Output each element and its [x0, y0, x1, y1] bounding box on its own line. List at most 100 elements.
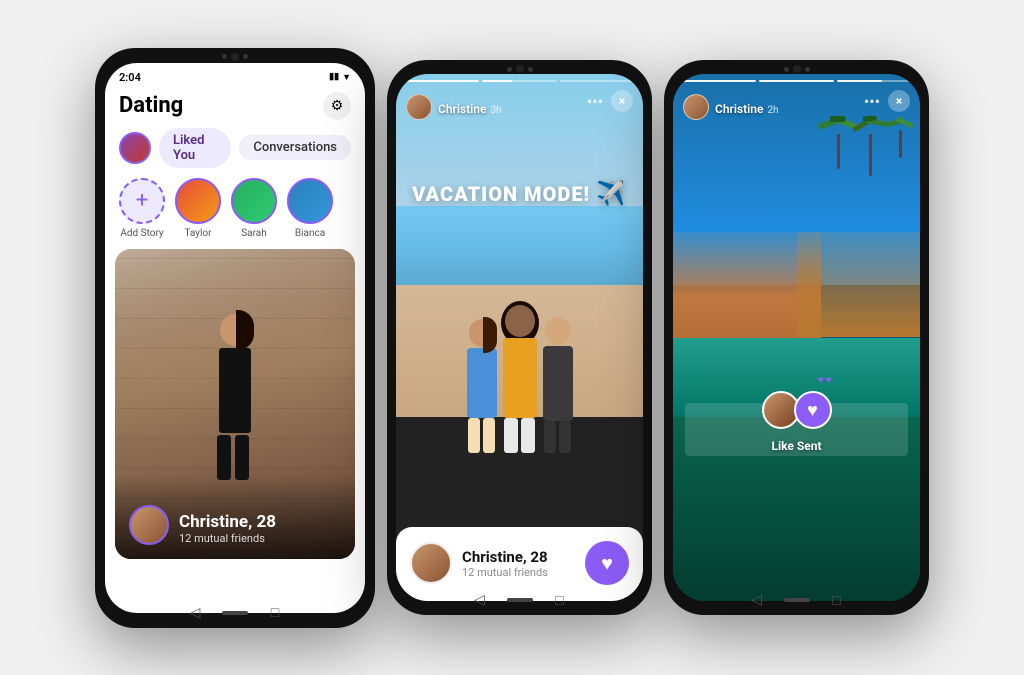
home-button-2[interactable]: [507, 598, 533, 602]
profile-card[interactable]: Christine, 28 12 mutual friends: [115, 249, 355, 559]
recents-button[interactable]: □: [266, 604, 284, 622]
wifi-icon: ▼: [342, 72, 351, 83]
story-user-details-3: Christine 2h: [715, 98, 779, 117]
speaker-dot-3: [784, 67, 789, 72]
add-story-label: Add Story: [120, 228, 163, 239]
girl-2-legs: [504, 418, 535, 453]
phones-container: 2:04 ▮▮ ▼ Dating ⚙ Liked You Conversatio…: [95, 48, 929, 628]
person-figure: [195, 314, 275, 494]
girls-group: [467, 305, 573, 453]
building-2: [797, 232, 921, 337]
tab-conversations[interactable]: Conversations: [239, 135, 351, 160]
girl-3: [543, 317, 573, 453]
taylor-label: Taylor: [184, 228, 211, 239]
figure-head: [220, 314, 250, 346]
phone-3-nav: ◁ □: [664, 591, 929, 609]
phone-1-screen: 2:04 ▮▮ ▼ Dating ⚙ Liked You Conversatio…: [105, 63, 365, 613]
palm-2: [858, 116, 882, 176]
pool-water: [673, 338, 920, 602]
camera-dot-3: [793, 65, 801, 73]
like-button-2[interactable]: ♥: [585, 541, 629, 585]
mini-heart-1: ♥: [818, 375, 824, 386]
back-button-2[interactable]: ◁: [471, 591, 489, 609]
girl-1-legs: [468, 418, 495, 453]
story-close-button-2[interactable]: ×: [611, 90, 633, 112]
user-avatar-small[interactable]: [119, 132, 151, 164]
girl-3-body: [543, 346, 573, 421]
story-user-avatar-2: [406, 94, 432, 120]
story-bianca[interactable]: Bianca: [287, 178, 333, 239]
phone-2-screen: VACATION MODE! ✈️: [396, 74, 643, 601]
phone-3: Christine 2h ••• × ♥ ♥: [664, 60, 929, 615]
story-more-button-3[interactable]: •••: [862, 91, 882, 111]
story-bottom-name-2: Christine, 28: [462, 548, 548, 566]
girl-1-head: [469, 319, 495, 347]
home-button[interactable]: [222, 611, 248, 615]
pool-background: [673, 74, 920, 601]
bianca-avatar[interactable]: [287, 178, 333, 224]
like-sent-overlay: ♥ ♥ ♥ Like Sent: [762, 385, 832, 453]
girl-3-head: [545, 317, 571, 345]
floating-hearts: ♥ ♥: [818, 375, 832, 386]
palm-3: [890, 116, 910, 176]
heart-icon-2: ♥: [601, 551, 613, 576]
story-close-button-3[interactable]: ×: [888, 90, 910, 112]
heart-circle-like: ♥: [794, 391, 832, 429]
palm-2-trunk: [869, 134, 872, 176]
story-user-details-2: Christine 3h: [438, 98, 502, 117]
girl-1: [467, 319, 497, 453]
story-bottom-mutual-2: 12 mutual friends: [462, 566, 548, 579]
recents-button-2[interactable]: □: [551, 591, 569, 609]
palm-3-trunk: [899, 130, 902, 158]
phone-3-screen: Christine 2h ••• × ♥ ♥: [673, 74, 920, 601]
back-button[interactable]: ◁: [186, 604, 204, 622]
story-sarah[interactable]: Sarah: [231, 178, 277, 239]
taylor-avatar[interactable]: [175, 178, 221, 224]
app-header: Dating ⚙: [105, 88, 365, 128]
speaker-dot-2: [507, 67, 512, 72]
story-bottom-info-2: Christine, 28 12 mutual friends: [410, 542, 548, 584]
status-bar: 2:04 ▮▮ ▼: [105, 63, 365, 88]
story-user-avatar-3: [683, 94, 709, 120]
girl-2-body: [503, 338, 537, 418]
tab-bar: Liked You Conversations: [105, 128, 365, 178]
story-more-button-2[interactable]: •••: [585, 91, 605, 111]
phone-1: 2:04 ▮▮ ▼ Dating ⚙ Liked You Conversatio…: [95, 48, 375, 628]
app-title: Dating: [119, 93, 183, 118]
status-icons: ▮▮ ▼: [329, 72, 351, 83]
sensor-dot-2: [528, 67, 533, 72]
figure-legs: [217, 435, 253, 480]
story-time-3: 2h: [767, 105, 778, 116]
story-screen-2: VACATION MODE! ✈️: [396, 74, 643, 601]
card-avatar: [129, 505, 169, 545]
card-info: Christine, 28 12 mutual friends: [179, 512, 276, 545]
story-actions-3: ••• ×: [862, 90, 910, 112]
mini-heart-2: ♥: [826, 375, 832, 386]
girl-2: [503, 305, 537, 453]
back-button-3[interactable]: ◁: [748, 591, 766, 609]
story-time-2: 3h: [490, 105, 501, 116]
add-story-avatar[interactable]: +: [119, 178, 165, 224]
recents-button-3[interactable]: □: [828, 591, 846, 609]
story-top-bar-2: Christine 3h ••• ×: [396, 74, 643, 124]
story-taylor[interactable]: Taylor: [175, 178, 221, 239]
story-username-2: Christine: [438, 102, 486, 116]
story-user-info-3: Christine 2h: [683, 94, 779, 120]
figure-hair: [236, 310, 254, 350]
phone-1-nav: ◁ □: [95, 604, 375, 622]
girl-1-body: [467, 348, 497, 418]
status-time: 2:04: [119, 71, 141, 84]
tab-liked-you[interactable]: Liked You: [159, 128, 231, 168]
home-button-3[interactable]: [784, 598, 810, 602]
girl-2-head: [505, 305, 535, 337]
settings-button[interactable]: ⚙: [323, 92, 351, 120]
beach-background: [396, 74, 643, 601]
sarah-avatar[interactable]: [231, 178, 277, 224]
story-username-3: Christine: [715, 102, 763, 116]
like-sent-text: Like Sent: [771, 439, 821, 453]
add-story-item[interactable]: + Add Story: [119, 178, 165, 239]
story-bottom-avatar-2: [410, 542, 452, 584]
story-screen-3: Christine 2h ••• × ♥ ♥: [673, 74, 920, 601]
bianca-label: Bianca: [295, 228, 325, 239]
vacation-label: VACATION MODE!: [412, 182, 590, 206]
